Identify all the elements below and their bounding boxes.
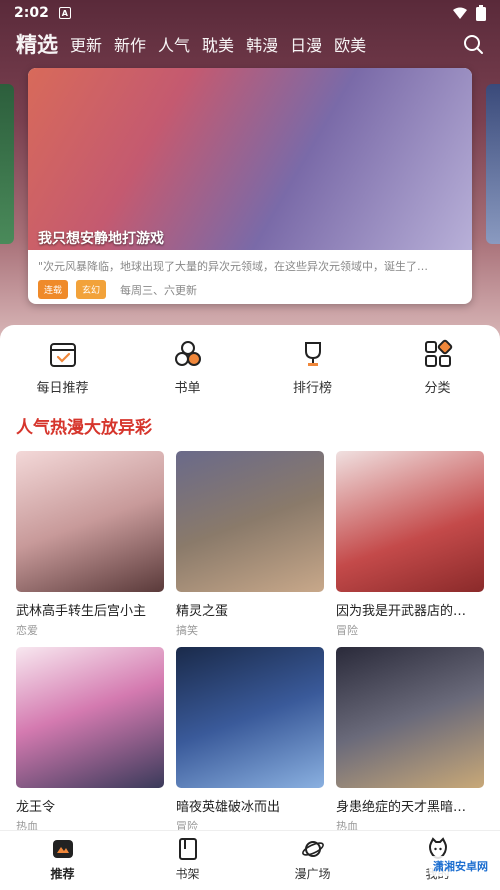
banner-description: "次元风暴降临，地球出现了大量的异次元领域，在这些异次元领域中，诞生了…: [38, 260, 429, 273]
nav-label: 推荐: [50, 867, 75, 881]
comic-title: 龙王令: [16, 800, 56, 815]
comic-card[interactable]: 暗夜英雄破冰而出 冒险: [176, 647, 324, 834]
quick-ranking[interactable]: 排行榜: [250, 339, 375, 396]
comic-card[interactable]: 身患绝症的天才黑暗… 热血: [336, 647, 484, 834]
trophy-icon: [304, 342, 321, 366]
calendar-check-icon: [49, 343, 76, 367]
comic-card[interactable]: 武林高手转生后宫小主 恋爱: [16, 451, 164, 638]
tab-western[interactable]: 欧美: [334, 32, 366, 56]
nav-recommend[interactable]: 推荐: [0, 831, 125, 890]
comic-cover: [176, 647, 324, 788]
tab-bl[interactable]: 耽美: [202, 32, 234, 56]
banner-next-peek[interactable]: [486, 84, 500, 244]
quick-booklist[interactable]: 书单: [125, 339, 250, 396]
comic-card[interactable]: 因为我是开武器店的… 冒险: [336, 451, 484, 638]
tab-japanese[interactable]: 日漫: [290, 32, 322, 56]
bottom-navigation: 推荐 书架 漫广场 我的: [0, 830, 500, 890]
quick-label: 排行榜: [292, 381, 332, 396]
comic-cover: [16, 647, 164, 788]
comic-card[interactable]: 精灵之蛋 搞笑: [176, 451, 324, 638]
status-bar: 2:02 A: [0, 0, 500, 26]
status-time: 2:02: [14, 5, 49, 21]
comic-cover: [16, 451, 164, 592]
recommend-icon: [52, 840, 73, 858]
banner-prev-peek[interactable]: [0, 84, 14, 244]
banner-title: 我只想安静地打游戏: [38, 231, 164, 247]
comic-title: 暗夜英雄破冰而出: [176, 800, 281, 815]
tab-updates[interactable]: 更新: [70, 32, 102, 56]
tab-new[interactable]: 新作: [114, 32, 146, 56]
quick-label: 分类: [424, 381, 451, 396]
quick-label: 每日推荐: [36, 381, 89, 396]
status-indicators: [452, 5, 486, 21]
comic-genre: 冒险: [336, 624, 358, 637]
bookshelf-icon: [178, 838, 197, 860]
banner-tags: 连载 玄幻 每周三、六更新: [38, 280, 197, 299]
nav-bookshelf[interactable]: 书架: [125, 831, 250, 890]
category-icon: [424, 339, 452, 367]
watermark-logo: 潇湘安卓网: [429, 856, 492, 876]
tag-genre: 玄幻: [76, 280, 107, 299]
tab-popular[interactable]: 人气: [158, 32, 190, 56]
nav-label: 书架: [175, 867, 200, 881]
tab-featured[interactable]: 精选: [16, 29, 58, 59]
comic-title: 身患绝症的天才黑暗…: [336, 800, 467, 815]
comic-genre: 搞笑: [176, 624, 198, 637]
quick-label: 书单: [174, 381, 201, 396]
comic-cover: [176, 451, 324, 592]
quick-links: 每日推荐 书单 排行榜 分类: [0, 339, 500, 396]
comic-genre: 恋爱: [16, 624, 38, 637]
category-tabs: 精选 更新 新作 人气 耽美 韩漫 日漫 欧美: [0, 26, 500, 62]
quick-category[interactable]: 分类: [375, 339, 500, 396]
comic-cover: [336, 451, 484, 592]
banner-artwork: [28, 68, 472, 250]
tab-korean[interactable]: 韩漫: [246, 32, 278, 56]
section-title: 人气热漫大放异彩: [16, 418, 152, 438]
comic-cover: [336, 647, 484, 788]
nav-plaza[interactable]: 漫广场: [250, 831, 375, 890]
quick-daily-recommend[interactable]: 每日推荐: [0, 339, 125, 396]
tag-serial: 连载: [38, 280, 69, 299]
wifi-icon: [453, 7, 467, 19]
update-schedule: 每周三、六更新: [120, 283, 198, 297]
notification-icon: A: [58, 7, 71, 19]
comic-card[interactable]: 龙王令 热血: [16, 647, 164, 834]
main-content: 每日推荐 书单 排行榜 分类 人气热漫大放异彩 武林高手转生后宫小主 恋爱 精灵…: [0, 325, 500, 833]
battery-icon: [476, 5, 486, 21]
planet-icon: [301, 841, 324, 857]
search-icon[interactable]: [462, 33, 484, 55]
comic-title: 武林高手转生后宫小主: [16, 604, 147, 619]
featured-banner[interactable]: 我只想安静地打游戏 "次元风暴降临，地球出现了大量的异次元领域，在这些异次元领域…: [28, 68, 472, 304]
nav-label: 漫广场: [294, 867, 331, 881]
comic-title: 精灵之蛋: [176, 604, 229, 619]
circles-icon: [174, 341, 201, 366]
comic-title: 因为我是开武器店的…: [336, 604, 467, 619]
